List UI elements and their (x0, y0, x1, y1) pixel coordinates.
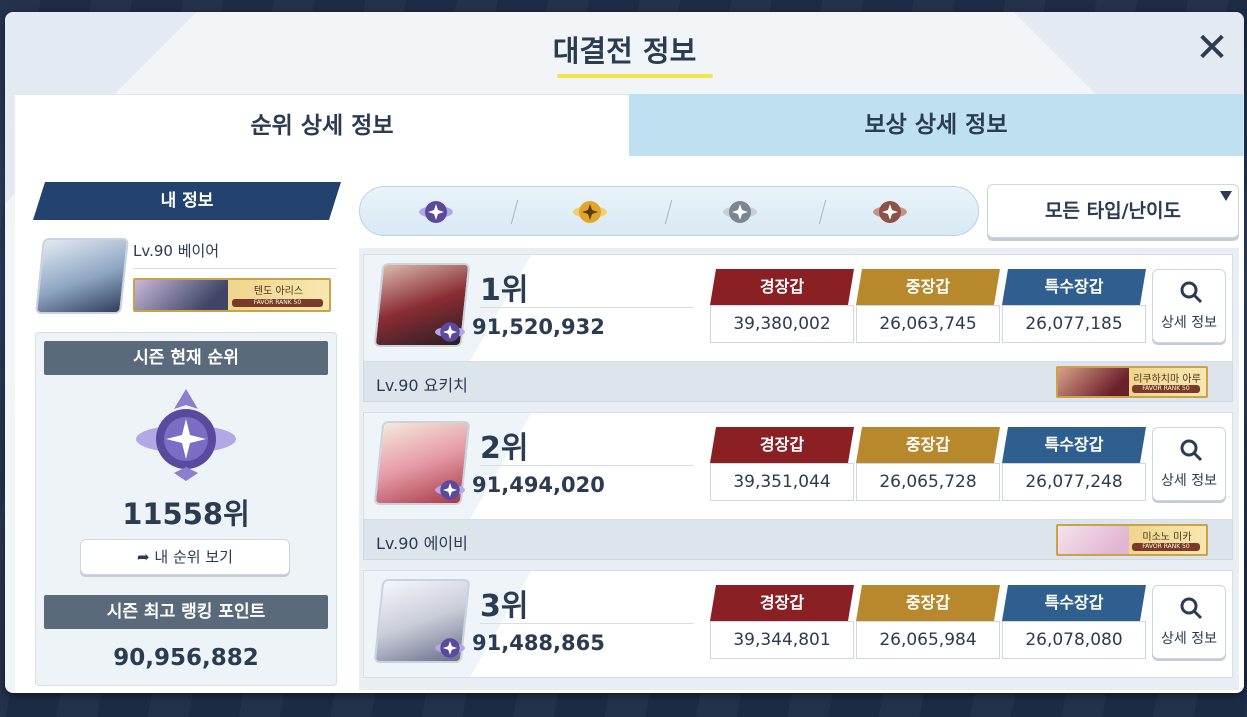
platinum-emblem-icon[interactable] (418, 195, 454, 229)
season-rank-header: 시즌 현재 순위 (44, 341, 328, 375)
share-arrow-icon: ➦ (137, 548, 150, 566)
heavy-armor-header: 중장갑 (856, 585, 1000, 621)
rank-card: 1위 91,520,932 경장갑 중장갑 특수장갑 39,380,002 26… (363, 254, 1233, 406)
heavy-armor-score: 26,065,728 (856, 463, 1000, 501)
rank-position: 1위 (480, 273, 529, 308)
special-armor-header: 특수장갑 (1002, 585, 1146, 621)
player-info-row: Lv.90 요키치 리쿠하치마 아루 FAVOR RANK 50 (363, 362, 1233, 402)
heavy-armor-score: 26,065,984 (856, 621, 1000, 659)
tab-reward-details[interactable]: 보상 상세 정보 (629, 94, 1243, 156)
raid-info-modal: 대결전 정보 ✕ 순위 상세 정보 보상 상세 정보 내 정보 Lv.90 베이… (5, 12, 1244, 693)
season-rank-value: 11558위 (122, 497, 250, 531)
divider (480, 465, 694, 466)
platinum-emblem-icon (435, 638, 465, 658)
my-info-header: 내 정보 (33, 182, 341, 220)
best-points-value: 90,956,882 (113, 645, 259, 671)
rank-card: 2위 91,494,020 경장갑 중장갑 특수장갑 39,351,044 26… (363, 412, 1233, 564)
view-my-rank-button[interactable]: ➦ 내 순위 보기 (80, 539, 290, 575)
heavy-armor-header: 중장갑 (856, 427, 1000, 463)
light-armor-score: 39,351,044 (710, 463, 854, 501)
view-my-rank-label: 내 순위 보기 (154, 548, 233, 566)
badge-portrait (135, 280, 229, 310)
divider (480, 623, 694, 624)
heavy-armor-score: 26,063,745 (856, 305, 1000, 343)
rank-score: 91,488,865 (472, 631, 605, 655)
search-icon (1180, 439, 1203, 462)
badge-portrait (1058, 368, 1130, 396)
special-armor-score: 26,077,248 (1002, 463, 1146, 501)
title-underline (557, 74, 713, 78)
light-armor-header: 경장갑 (710, 585, 854, 621)
type-difficulty-label: 모든 타입/난이도 (1045, 200, 1181, 222)
detail-button[interactable]: 상세 정보 (1152, 269, 1226, 343)
badge-rank: FAVOR RANK 50 (1132, 385, 1200, 393)
difficulty-filter-bar (359, 186, 979, 236)
tab-bar: 순위 상세 정보 보상 상세 정보 (15, 94, 1244, 156)
heavy-armor-header: 중장갑 (856, 269, 1000, 305)
divider (664, 200, 673, 224)
detail-label: 상세 정보 (1161, 473, 1217, 489)
rank-summary: 3위 91,488,865 경장갑 중장갑 특수장갑 39,344,801 26… (363, 570, 1233, 678)
close-button[interactable]: ✕ (1190, 26, 1234, 70)
search-icon (1180, 597, 1203, 620)
platinum-emblem-icon (435, 480, 465, 500)
content-area: 내 정보 Lv.90 베이어 텐도 아리스 FAVOR RANK 50 시즌 현… (15, 156, 1244, 693)
rank-summary: 1위 91,520,932 경장갑 중장갑 특수장갑 39,380,002 26… (363, 254, 1233, 362)
badge-name: 리쿠하치마 아루 (1133, 374, 1201, 385)
detail-label: 상세 정보 (1161, 315, 1217, 331)
my-level-name: Lv.90 베이어 (133, 242, 220, 260)
light-armor-header: 경장갑 (710, 269, 854, 305)
badge-rank: FAVOR RANK 50 (1132, 543, 1200, 551)
dropdown-corner-icon (1220, 191, 1232, 201)
player-info-row: Lv.90 에이비 미소노 미카 FAVOR RANK 50 (363, 520, 1233, 560)
light-armor-score: 39,344,801 (710, 621, 854, 659)
light-armor-score: 39,380,002 (710, 305, 854, 343)
bronze-emblem-icon[interactable] (872, 195, 908, 229)
divider (510, 200, 519, 224)
detail-button[interactable]: 상세 정보 (1152, 585, 1226, 659)
favor-badge: 미소노 미카 FAVOR RANK 50 (1056, 524, 1208, 556)
detail-button[interactable]: 상세 정보 (1152, 427, 1226, 501)
special-armor-score: 26,078,080 (1002, 621, 1146, 659)
light-armor-header: 경장갑 (710, 427, 854, 463)
rank-list[interactable]: 1위 91,520,932 경장갑 중장갑 특수장갑 39,380,002 26… (359, 248, 1239, 690)
modal-title: 대결전 정보 (552, 34, 697, 68)
rank-score: 91,520,932 (472, 315, 605, 339)
favor-badge: 리쿠하치마 아루 FAVOR RANK 50 (1056, 366, 1208, 398)
special-armor-header: 특수장갑 (1002, 269, 1146, 305)
special-armor-header: 특수장갑 (1002, 427, 1146, 463)
tab-rank-details[interactable]: 순위 상세 정보 (15, 94, 629, 156)
rank-score: 91,494,020 (472, 473, 605, 497)
divider (480, 307, 694, 308)
platinum-emblem-icon (435, 322, 465, 342)
type-difficulty-select[interactable]: 모든 타입/난이도 (987, 184, 1239, 238)
detail-label: 상세 정보 (1161, 631, 1217, 647)
badge-name: 텐도 아리스 (253, 286, 304, 297)
best-points-header: 시즌 최고 랭킹 포인트 (44, 595, 328, 629)
my-favor-badge: 텐도 아리스 FAVOR RANK 50 (133, 278, 331, 312)
platinum-emblem-icon (136, 389, 236, 481)
rank-card: 3위 91,488,865 경장갑 중장갑 특수장갑 39,344,801 26… (363, 570, 1233, 682)
my-avatar (35, 238, 129, 314)
special-armor-score: 26,077,185 (1002, 305, 1146, 343)
silver-emblem-icon[interactable] (722, 195, 758, 229)
badge-portrait (1058, 526, 1130, 554)
rank-position: 2위 (480, 431, 529, 466)
season-rank-panel: 시즌 현재 순위 11558위 ➦ 내 순위 보기 시즌 최고 랭킹 포인트 9… (35, 332, 337, 686)
divider (818, 200, 827, 224)
search-icon (1180, 281, 1203, 304)
badge-rank: FAVOR RANK 50 (232, 299, 323, 307)
rank-summary: 2위 91,494,020 경장갑 중장갑 특수장갑 39,351,044 26… (363, 412, 1233, 520)
player-name: Lv.90 요키치 (376, 376, 468, 395)
player-name: Lv.90 에이비 (376, 534, 468, 553)
rank-position: 3위 (480, 589, 529, 624)
divider (133, 268, 337, 269)
gold-emblem-icon[interactable] (572, 195, 608, 229)
badge-name: 미소노 미카 (1142, 532, 1192, 543)
